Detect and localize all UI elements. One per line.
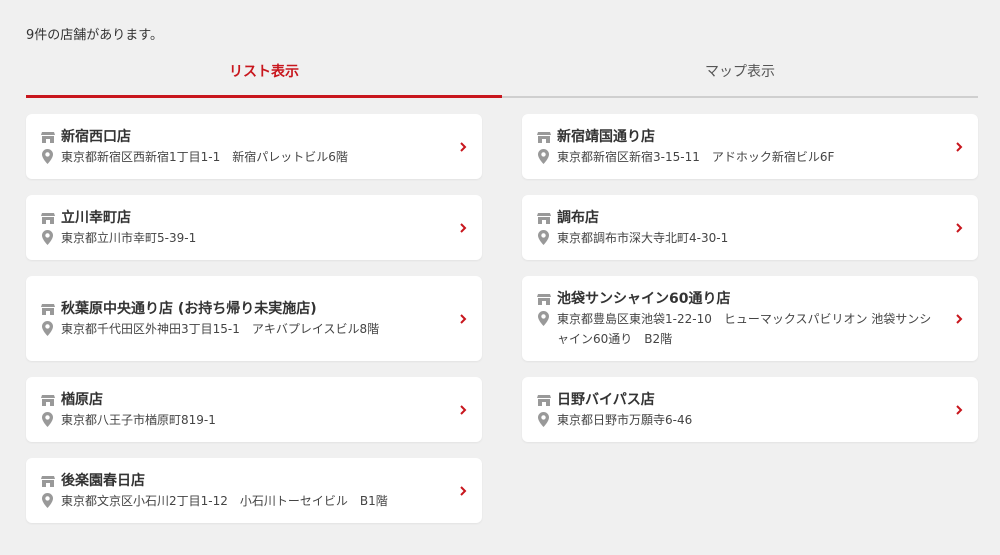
store-name: 池袋サンシャイン60通り店	[557, 290, 731, 307]
store-name: 調布店	[557, 209, 599, 226]
location-pin-icon	[40, 319, 55, 339]
store-address: 東京都立川市幸町5-39-1	[61, 230, 197, 245]
store-card[interactable]: 新宿西口店 東京都新宿区西新宿1丁目1-1 新宿パレットビル6階	[26, 114, 482, 179]
store-card[interactable]: 新宿靖国通り店 東京都新宿区新宿3-15-11 アドホック新宿ビル6F	[522, 114, 978, 179]
store-name: 楢原店	[61, 391, 103, 408]
chevron-right-icon	[956, 313, 963, 324]
location-pin-icon	[40, 491, 55, 511]
store-card[interactable]: 日野バイパス店 東京都日野市万願寺6-46	[522, 377, 978, 442]
store-address: 東京都新宿区新宿3-15-11 アドホック新宿ビル6F	[557, 149, 835, 164]
store-address: 東京都豊島区東池袋1-22-10 ヒューマックスパビリオン 池袋サンシャイン60…	[557, 311, 932, 346]
store-name: 立川幸町店	[61, 209, 131, 226]
chevron-right-icon	[956, 222, 963, 233]
store-address: 東京都八王子市楢原町819-1	[61, 412, 216, 427]
store-list-page: 9件の店舗があります。 リスト表示 マップ表示 新宿西口店 東京都新宿区西新宿1…	[0, 0, 1000, 555]
store-address: 東京都新宿区西新宿1丁目1-1 新宿パレットビル6階	[61, 149, 348, 164]
tab-list-view[interactable]: リスト表示	[26, 58, 502, 98]
store-card[interactable]: 池袋サンシャイン60通り店 東京都豊島区東池袋1-22-10 ヒューマックスパビ…	[522, 276, 978, 361]
store-icon	[536, 289, 551, 309]
location-pin-icon	[536, 228, 551, 248]
store-icon	[40, 127, 55, 147]
chevron-right-icon	[460, 222, 467, 233]
store-card[interactable]: 調布店 東京都調布市深大寺北町4-30-1	[522, 195, 978, 260]
store-address: 東京都調布市深大寺北町4-30-1	[557, 230, 729, 245]
store-name: 新宿靖国通り店	[557, 128, 655, 145]
store-address: 東京都文京区小石川2丁目1-12 小石川トーセイビル B1階	[61, 493, 388, 508]
location-pin-icon	[536, 410, 551, 430]
chevron-right-icon	[956, 404, 963, 415]
chevron-right-icon	[460, 313, 467, 324]
store-card[interactable]: 秋葉原中央通り店 (お持ち帰り未実施店) 東京都千代田区外神田3丁目15-1 ア…	[26, 276, 482, 361]
location-pin-icon	[536, 147, 551, 167]
location-pin-icon	[40, 147, 55, 167]
chevron-right-icon	[460, 485, 467, 496]
view-tabs: リスト表示 マップ表示	[26, 58, 978, 98]
store-icon	[40, 390, 55, 410]
chevron-right-icon	[460, 141, 467, 152]
store-icon	[40, 299, 55, 319]
store-name: 日野バイパス店	[557, 391, 655, 408]
chevron-right-icon	[460, 404, 467, 415]
store-name: 秋葉原中央通り店 (お持ち帰り未実施店)	[61, 300, 317, 317]
location-pin-icon	[40, 228, 55, 248]
store-card[interactable]: 後楽園春日店 東京都文京区小石川2丁目1-12 小石川トーセイビル B1階	[26, 458, 482, 523]
tab-map-view[interactable]: マップ表示	[502, 58, 978, 98]
store-address: 東京都千代田区外神田3丁目15-1 アキバプレイスビル8階	[61, 321, 380, 336]
store-name: 新宿西口店	[61, 128, 131, 145]
store-icon	[40, 208, 55, 228]
store-card[interactable]: 楢原店 東京都八王子市楢原町819-1	[26, 377, 482, 442]
chevron-right-icon	[956, 141, 963, 152]
store-name: 後楽園春日店	[61, 472, 145, 489]
store-icon	[536, 127, 551, 147]
location-pin-icon	[40, 410, 55, 430]
store-address: 東京都日野市万願寺6-46	[557, 412, 693, 427]
location-pin-icon	[536, 309, 551, 329]
store-icon	[536, 208, 551, 228]
store-icon	[40, 471, 55, 491]
store-count: 9件の店舗があります。	[26, 28, 163, 43]
store-icon	[536, 390, 551, 410]
store-card[interactable]: 立川幸町店 東京都立川市幸町5-39-1	[26, 195, 482, 260]
